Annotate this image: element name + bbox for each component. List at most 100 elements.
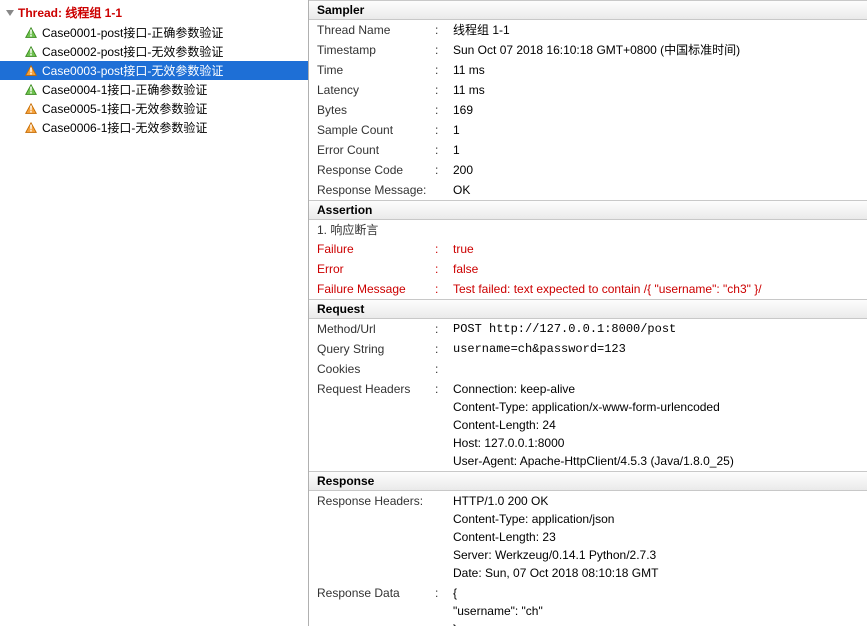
label: Query String <box>317 340 435 358</box>
colon: : <box>435 21 453 39</box>
label: Response Data <box>317 584 435 626</box>
row-method-url: Method/Url : POST http://127.0.0.1:8000/… <box>309 319 867 339</box>
colon: : <box>435 280 453 298</box>
colon: : <box>435 161 453 179</box>
row-timestamp: Timestamp : Sun Oct 07 2018 16:10:18 GMT… <box>309 40 867 60</box>
svg-text:!: ! <box>29 46 33 58</box>
tree-item-label: Case0005-1接口-无效参数验证 <box>42 100 207 117</box>
colon: : <box>435 81 453 99</box>
result-detail-pane: Sampler Thread Name : 线程组 1-1 Timestamp … <box>309 0 867 626</box>
value: 200 <box>453 161 859 179</box>
row-response-message: Response Message: OK <box>309 180 867 200</box>
thread-group-root[interactable]: Thread: 线程组 1-1 <box>0 2 308 23</box>
tree-item[interactable]: !Case0005-1接口-无效参数验证 <box>0 99 308 118</box>
row-sample-count: Sample Count : 1 <box>309 120 867 140</box>
label: Time <box>317 61 435 79</box>
assertion-name: 1. 响应断言 <box>309 220 867 239</box>
thread-group-label: Thread: 线程组 1-1 <box>18 4 122 21</box>
colon: : <box>435 61 453 79</box>
text-line: Content-Length: 23 <box>453 528 859 546</box>
tree-item[interactable]: ! Case0001-post接口-正确参数验证 <box>0 23 308 42</box>
colon <box>435 492 453 582</box>
row-time: Time : 11 ms <box>309 60 867 80</box>
row-failure-message: Failure Message : Test failed: text expe… <box>309 279 867 299</box>
value: OK <box>453 181 859 199</box>
label: Request Headers <box>317 380 435 470</box>
tree-item-label: Case0001-post接口-正确参数验证 <box>42 24 223 41</box>
row-error: Error : false <box>309 259 867 279</box>
text-line: Content-Length: 24 <box>453 416 859 434</box>
value: { "username": "ch"} <box>453 584 859 626</box>
value: HTTP/1.0 200 OKContent-Type: application… <box>453 492 859 582</box>
colon: : <box>435 360 453 378</box>
row-latency: Latency : 11 ms <box>309 80 867 100</box>
value: Connection: keep-aliveContent-Type: appl… <box>453 380 859 470</box>
svg-text:!: ! <box>29 27 33 39</box>
colon: : <box>435 121 453 139</box>
section-header-request: Request <box>309 299 867 319</box>
svg-text:!: ! <box>29 84 33 96</box>
row-error-count: Error Count : 1 <box>309 140 867 160</box>
value: 1 <box>453 141 859 159</box>
section-header-response: Response <box>309 471 867 491</box>
colon: : <box>435 380 453 470</box>
tree-item[interactable]: ! Case0006-1接口-无效参数验证 <box>0 118 308 137</box>
label: Failure Message <box>317 280 435 298</box>
text-line: Content-Type: application/json <box>453 510 859 528</box>
value: Sun Oct 07 2018 16:10:18 GMT+0800 (中国标准时… <box>453 41 859 59</box>
text-line: Server: Werkzeug/0.14.1 Python/2.7.3 <box>453 546 859 564</box>
colon: : <box>435 240 453 258</box>
colon: : <box>435 340 453 358</box>
colon: : <box>435 101 453 119</box>
value: 1 <box>453 121 859 139</box>
section-header-sampler: Sampler <box>309 0 867 20</box>
label: Response Headers: <box>317 492 435 582</box>
colon: : <box>435 141 453 159</box>
colon <box>435 181 453 199</box>
text-line: Content-Type: application/x-www-form-url… <box>453 398 859 416</box>
label: Failure <box>317 240 435 258</box>
label: Error Count <box>317 141 435 159</box>
text-line: Connection: keep-alive <box>453 380 859 398</box>
value: true <box>453 240 859 258</box>
label: Sample Count <box>317 121 435 139</box>
label: Response Code <box>317 161 435 179</box>
text-line: Date: Sun, 07 Oct 2018 08:10:18 GMT <box>453 564 859 582</box>
label: Error <box>317 260 435 278</box>
row-failure: Failure : true <box>309 239 867 259</box>
row-cookies: Cookies : <box>309 359 867 379</box>
tree-item-label: Case0006-1接口-无效参数验证 <box>42 119 207 136</box>
label: Method/Url <box>317 320 435 338</box>
value: username=ch&password=123 <box>453 340 859 358</box>
svg-text:!: ! <box>29 122 33 134</box>
label: Cookies <box>317 360 435 378</box>
tree-item-label: Case0004-1接口-正确参数验证 <box>42 81 207 98</box>
value: 线程组 1-1 <box>453 21 859 39</box>
text-line: User-Agent: Apache-HttpClient/4.5.3 (Jav… <box>453 452 859 470</box>
tree-item[interactable]: ! Case0002-post接口-无效参数验证 <box>0 42 308 61</box>
value: 169 <box>453 101 859 119</box>
label: Thread Name <box>317 21 435 39</box>
value <box>453 360 859 378</box>
text-line: HTTP/1.0 200 OK <box>453 492 859 510</box>
tree-item[interactable]: !Case0003-post接口-无效参数验证 <box>0 61 308 80</box>
results-tree: Thread: 线程组 1-1 ! Case0001-post接口-正确参数验证!… <box>0 0 309 626</box>
label: Timestamp <box>317 41 435 59</box>
row-request-headers: Request Headers : Connection: keep-alive… <box>309 379 867 471</box>
text-line: } <box>453 620 859 626</box>
colon: : <box>435 41 453 59</box>
tree-item-label: Case0002-post接口-无效参数验证 <box>42 43 223 60</box>
value: POST http://127.0.0.1:8000/post <box>453 320 859 338</box>
value: Test failed: text expected to contain /{… <box>453 280 859 298</box>
colon: : <box>435 584 453 626</box>
row-bytes: Bytes : 169 <box>309 100 867 120</box>
tree-item[interactable]: ! Case0004-1接口-正确参数验证 <box>0 80 308 99</box>
value: 11 ms <box>453 81 859 99</box>
svg-text:!: ! <box>29 65 33 77</box>
row-response-data: Response Data : { "username": "ch"} <box>309 583 867 626</box>
colon: : <box>435 320 453 338</box>
text-line: "username": "ch" <box>453 602 859 620</box>
collapse-toggle-icon[interactable] <box>6 10 14 16</box>
row-thread-name: Thread Name : 线程组 1-1 <box>309 20 867 40</box>
section-header-assertion: Assertion <box>309 200 867 220</box>
